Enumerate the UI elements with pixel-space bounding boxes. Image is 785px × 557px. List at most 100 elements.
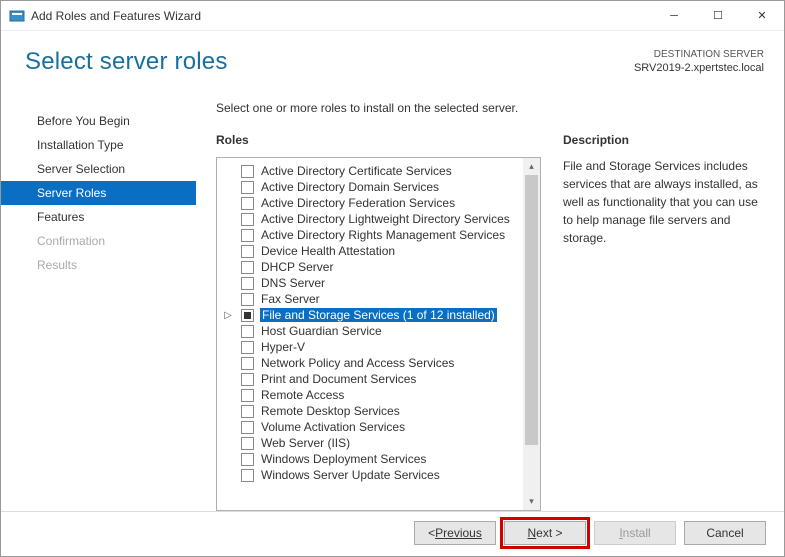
nav-item-confirmation: Confirmation — [1, 229, 196, 253]
checkbox[interactable] — [241, 309, 254, 322]
expand-icon[interactable]: ▷ — [223, 310, 233, 321]
description-heading: Description — [563, 133, 766, 147]
role-label: Remote Access — [260, 388, 345, 402]
role-row[interactable]: Active Directory Rights Management Servi… — [217, 227, 523, 243]
roles-listbox: Active Directory Certificate Services Act… — [216, 157, 541, 511]
scrollbar[interactable]: ▴ ▾ — [523, 158, 540, 510]
role-row[interactable]: DNS Server — [217, 275, 523, 291]
checkbox[interactable] — [241, 357, 254, 370]
checkbox[interactable] — [241, 325, 254, 338]
role-label: DNS Server — [260, 276, 326, 290]
role-label: Windows Server Update Services — [260, 468, 441, 482]
checkbox[interactable] — [241, 453, 254, 466]
page-title: Select server roles — [25, 48, 634, 76]
role-label: Fax Server — [260, 292, 321, 306]
role-label: Active Directory Rights Management Servi… — [260, 228, 506, 242]
role-row[interactable]: Host Guardian Service — [217, 323, 523, 339]
checkbox[interactable] — [241, 197, 254, 210]
role-label: Host Guardian Service — [260, 324, 383, 338]
window-controls: ─ ☐ ✕ — [652, 1, 784, 31]
role-label: Web Server (IIS) — [260, 436, 351, 450]
role-label: Network Policy and Access Services — [260, 356, 455, 370]
roles-heading: Roles — [216, 133, 541, 147]
role-row[interactable]: Active Directory Federation Services — [217, 195, 523, 211]
scroll-down-button[interactable]: ▾ — [523, 493, 540, 510]
role-label: Print and Document Services — [260, 372, 417, 386]
destination-block: DESTINATION SERVER SRV2019-2.xpertstec.l… — [634, 48, 764, 75]
nav-item-installation-type[interactable]: Installation Type — [1, 133, 196, 157]
checkbox[interactable] — [241, 277, 254, 290]
checkbox[interactable] — [241, 229, 254, 242]
checkbox[interactable] — [241, 293, 254, 306]
wizard-nav: Before You BeginInstallation TypeServer … — [1, 101, 196, 511]
cancel-button[interactable]: Cancel — [684, 521, 766, 545]
role-label: Active Directory Federation Services — [260, 196, 456, 210]
page-header: Select server roles DESTINATION SERVER S… — [1, 31, 784, 81]
checkbox[interactable] — [241, 405, 254, 418]
role-label: DHCP Server — [260, 260, 334, 274]
nav-item-features[interactable]: Features — [1, 205, 196, 229]
app-icon — [9, 8, 25, 24]
role-row[interactable]: Web Server (IIS) — [217, 435, 523, 451]
role-row[interactable]: Active Directory Domain Services — [217, 179, 523, 195]
role-row[interactable]: Remote Desktop Services — [217, 403, 523, 419]
instruction-text: Select one or more roles to install on t… — [216, 101, 766, 115]
role-row[interactable]: Device Health Attestation — [217, 243, 523, 259]
description-column: Description File and Storage Services in… — [563, 133, 766, 511]
checkbox[interactable] — [241, 181, 254, 194]
checkbox[interactable] — [241, 165, 254, 178]
footer: < Previous Next > Install Cancel — [1, 511, 784, 553]
checkbox[interactable] — [241, 437, 254, 450]
role-row[interactable]: ▷ File and Storage Services (1 of 12 inst… — [217, 307, 523, 323]
checkbox[interactable] — [241, 373, 254, 386]
role-label: Device Health Attestation — [260, 244, 396, 258]
checkbox[interactable] — [241, 389, 254, 402]
role-row[interactable]: Windows Server Update Services — [217, 467, 523, 483]
window-title: Add Roles and Features Wizard — [31, 9, 652, 23]
close-button[interactable]: ✕ — [740, 1, 784, 31]
role-label: Active Directory Lightweight Directory S… — [260, 212, 511, 226]
checkbox[interactable] — [241, 341, 254, 354]
checkbox[interactable] — [241, 469, 254, 482]
role-row[interactable]: Fax Server — [217, 291, 523, 307]
checkbox[interactable] — [241, 245, 254, 258]
roles-list[interactable]: Active Directory Certificate Services Act… — [217, 158, 523, 510]
role-row[interactable]: Windows Deployment Services — [217, 451, 523, 467]
role-row[interactable]: Active Directory Certificate Services — [217, 163, 523, 179]
role-row[interactable]: Active Directory Lightweight Directory S… — [217, 211, 523, 227]
scroll-up-button[interactable]: ▴ — [523, 158, 540, 175]
role-row[interactable]: Network Policy and Access Services — [217, 355, 523, 371]
role-label: Volume Activation Services — [260, 420, 406, 434]
title-bar: Add Roles and Features Wizard ─ ☐ ✕ — [1, 1, 784, 31]
scroll-track[interactable] — [523, 175, 540, 493]
body: Before You BeginInstallation TypeServer … — [1, 81, 784, 511]
role-row[interactable]: DHCP Server — [217, 259, 523, 275]
checkbox[interactable] — [241, 261, 254, 274]
scroll-thumb[interactable] — [525, 175, 538, 445]
role-label: Active Directory Domain Services — [260, 180, 440, 194]
previous-button[interactable]: < Previous — [414, 521, 496, 545]
nav-item-results: Results — [1, 253, 196, 277]
role-label: Hyper-V — [260, 340, 306, 354]
role-label: Remote Desktop Services — [260, 404, 401, 418]
minimize-button[interactable]: ─ — [652, 1, 696, 31]
role-row[interactable]: Hyper-V — [217, 339, 523, 355]
checkbox[interactable] — [241, 421, 254, 434]
checkbox[interactable] — [241, 213, 254, 226]
next-button[interactable]: Next > — [504, 521, 586, 545]
nav-item-server-roles[interactable]: Server Roles — [1, 181, 196, 205]
destination-server: SRV2019-2.xpertstec.local — [634, 61, 764, 75]
maximize-button[interactable]: ☐ — [696, 1, 740, 31]
description-text: File and Storage Services includes servi… — [563, 157, 766, 247]
main-content: Select one or more roles to install on t… — [196, 101, 784, 511]
role-label: File and Storage Services (1 of 12 insta… — [260, 308, 497, 322]
role-label: Windows Deployment Services — [260, 452, 427, 466]
nav-item-before-you-begin[interactable]: Before You Begin — [1, 109, 196, 133]
role-label: Active Directory Certificate Services — [260, 164, 453, 178]
nav-item-server-selection[interactable]: Server Selection — [1, 157, 196, 181]
roles-column: Roles Active Directory Certificate Servi… — [216, 133, 541, 511]
destination-label: DESTINATION SERVER — [634, 48, 764, 61]
role-row[interactable]: Print and Document Services — [217, 371, 523, 387]
role-row[interactable]: Volume Activation Services — [217, 419, 523, 435]
role-row[interactable]: Remote Access — [217, 387, 523, 403]
